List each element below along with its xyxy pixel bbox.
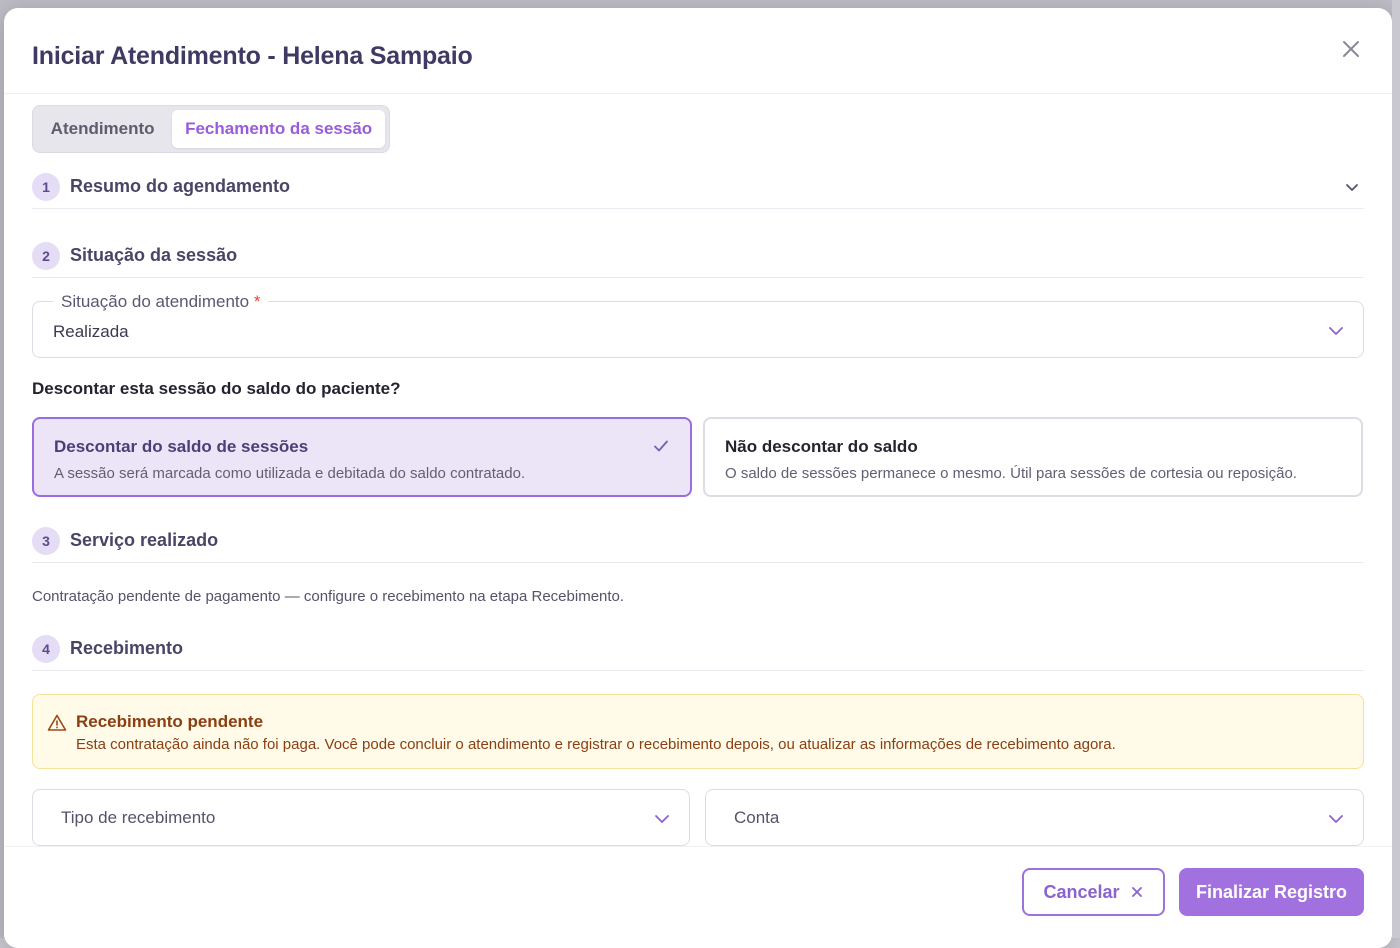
tab-fechamento-da-sessao[interactable]: Fechamento da sessão (172, 110, 385, 148)
option-description: A sessão será marcada como utilizada e d… (54, 465, 526, 482)
chevron-down-icon (1327, 810, 1345, 833)
close-icon (1131, 887, 1142, 897)
modal-title: Iniciar Atendimento - Helena Sampaio (32, 42, 473, 70)
session-status-label-text: Situação do atendimento (61, 292, 250, 311)
step-badge: 4 (32, 634, 60, 663)
session-status-value: Realizada (53, 322, 129, 341)
chevron-down-icon (1327, 322, 1345, 345)
cancel-button-label: Cancelar (1043, 881, 1120, 902)
section-servico-realizado: 3 Serviço realizado (32, 519, 1364, 563)
option-descontar-saldo[interactable]: Descontar do saldo de sessões A sessão s… (32, 417, 692, 497)
option-nao-descontar-saldo[interactable]: Não descontar do saldo O saldo de sessõe… (703, 417, 1363, 497)
section-title: Situação da sessão (70, 245, 238, 265)
step-badge: 3 (32, 526, 60, 555)
check-icon (652, 437, 670, 460)
chevron-down-icon (653, 810, 671, 833)
section-title: Resumo do agendamento (70, 176, 291, 196)
modal-header: Iniciar Atendimento - Helena Sampaio (4, 8, 1392, 94)
service-info-text: Contratação pendente de pagamento — conf… (32, 588, 625, 605)
step-badge: 1 (32, 172, 60, 201)
required-marker: * (253, 292, 261, 311)
tab-bar: Atendimento Fechamento da sessão (32, 105, 390, 153)
option-description: O saldo de sessões permanece o mesmo. Út… (725, 465, 1297, 482)
chevron-down-icon[interactable] (1344, 179, 1360, 200)
section-situacao-sessao: 2 Situação da sessão (32, 234, 1364, 278)
payment-type-placeholder: Tipo de recebimento (61, 808, 216, 827)
modal-footer: Cancelar Finalizar Registro (4, 846, 1392, 948)
section-title: Serviço realizado (70, 530, 219, 550)
payment-type-select[interactable]: Tipo de recebimento (32, 789, 690, 846)
session-status-label: Situação do atendimento * (53, 292, 269, 312)
tab-atendimento[interactable]: Atendimento (37, 110, 168, 148)
background-edge (1392, 0, 1400, 938)
cancel-button[interactable]: Cancelar (1022, 868, 1165, 916)
alert-text: Esta contratação ainda não foi paga. Voc… (76, 736, 1116, 753)
warning-icon (47, 713, 67, 738)
discount-question: Descontar esta sessão do saldo do pacien… (32, 379, 401, 398)
section-recebimento: 4 Recebimento (32, 627, 1364, 671)
section-title: Recebimento (70, 638, 184, 658)
account-placeholder: Conta (734, 808, 780, 827)
session-status-select[interactable]: Situação do atendimento * Realizada (32, 292, 1364, 358)
start-session-modal: Iniciar Atendimento - Helena Sampaio Ate… (4, 8, 1392, 948)
close-icon[interactable] (1340, 38, 1362, 60)
step-badge: 2 (32, 241, 60, 270)
account-select[interactable]: Conta (705, 789, 1364, 846)
option-title: Não descontar do saldo (725, 437, 918, 456)
option-title: Descontar do saldo de sessões (54, 437, 309, 456)
section-resumo-agendamento[interactable]: 1 Resumo do agendamento (32, 165, 1364, 209)
alert-title: Recebimento pendente (76, 712, 264, 731)
finish-button[interactable]: Finalizar Registro (1179, 868, 1364, 916)
payment-pending-alert: Recebimento pendente Esta contratação ai… (32, 694, 1364, 769)
